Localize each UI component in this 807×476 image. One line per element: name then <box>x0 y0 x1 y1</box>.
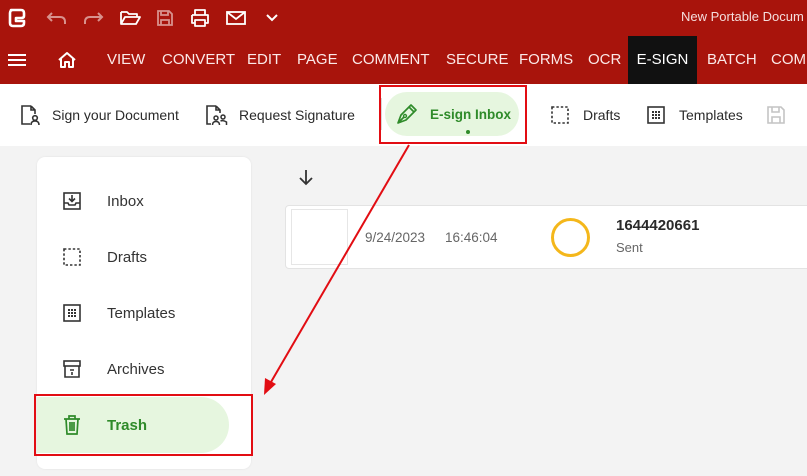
annotation-arrow <box>264 144 410 395</box>
